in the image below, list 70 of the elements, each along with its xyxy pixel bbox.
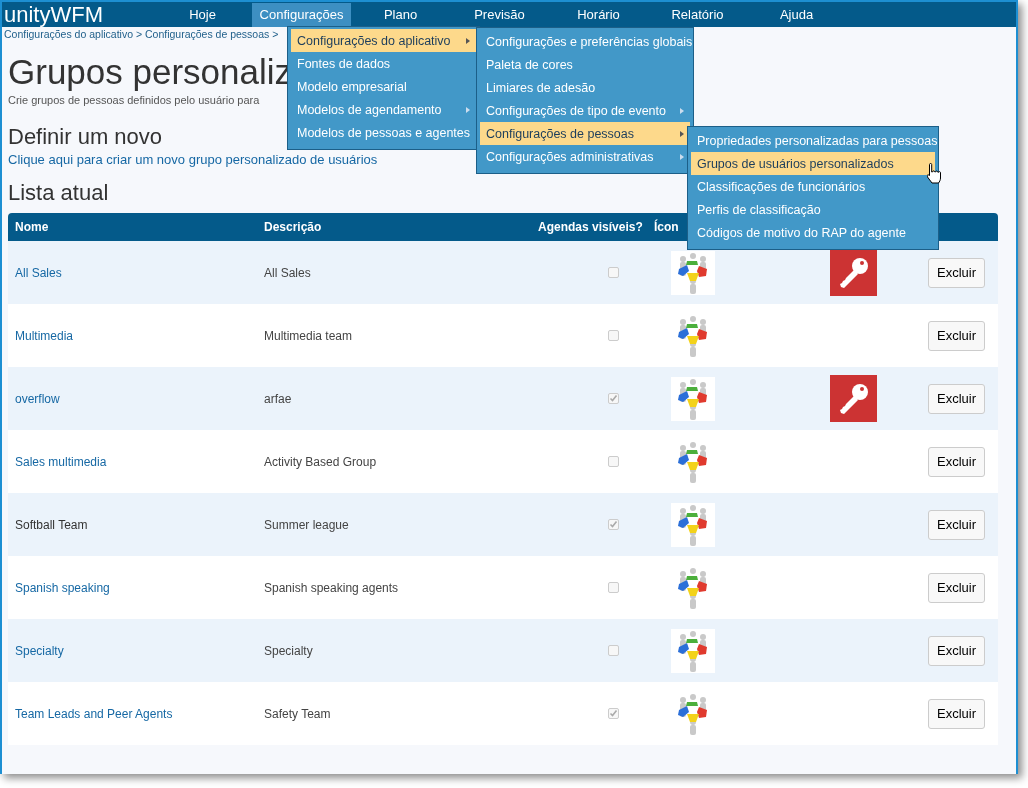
menu-item[interactable]: Modelo empresarial (291, 75, 476, 98)
create-group-link[interactable]: Clique aqui para criar um novo grupo personalizado de usuários (8, 152, 378, 168)
group-description: Safety Team (264, 706, 331, 721)
nav-tab[interactable]: Configurações (252, 2, 351, 27)
nav-tab[interactable]: Previsão (450, 2, 549, 27)
app-logo: unityWFM (4, 2, 103, 27)
column-header: Nome (14, 220, 49, 234)
section-heading: Lista atual (8, 180, 109, 206)
menu-item[interactable]: Códigos de motivo do RAP do agente (691, 221, 935, 244)
delete-button[interactable]: Excluir (928, 446, 985, 477)
group-name-link[interactable]: Team Leads and Peer Agents (15, 706, 173, 721)
delete-button[interactable]: Excluir (928, 698, 985, 729)
group-description: Spanish speaking agents (264, 580, 399, 595)
page-subtitle: Crie grupos de pessoas definidos pelo usuário para (8, 93, 260, 107)
group-name-link[interactable]: Specialty (15, 643, 64, 658)
group-description: Multimedia team (264, 328, 353, 343)
visible-checkbox[interactable] (607, 582, 619, 593)
visible-checkbox[interactable] (607, 456, 619, 467)
group-name-link[interactable]: overflow (15, 391, 60, 406)
group-name-link[interactable]: Spanish speaking (15, 580, 110, 595)
nav-tab[interactable]: Hoje (153, 2, 252, 27)
visible-checkbox[interactable] (607, 708, 619, 719)
nav-tab[interactable]: Horário (549, 2, 648, 27)
visible-checkbox[interactable] (607, 267, 619, 278)
visible-checkbox[interactable] (607, 393, 619, 404)
menu-item[interactable]: Fontes de dados (291, 52, 476, 75)
people-puzzle-icon (671, 250, 715, 295)
menu-item[interactable]: Configurações do aplicativo (291, 29, 476, 52)
delete-button[interactable]: Excluir (928, 383, 985, 414)
hand-cursor-icon (927, 163, 942, 184)
delete-button[interactable]: Excluir (928, 572, 985, 603)
menu-item[interactable]: Configurações administrativas (480, 145, 690, 168)
menu-item[interactable]: Modelos de agendamento (291, 98, 476, 121)
delete-button[interactable]: Excluir (928, 509, 985, 540)
delete-button[interactable]: Excluir (928, 635, 985, 666)
delete-button[interactable]: Excluir (928, 257, 985, 288)
menu-item[interactable]: Configurações de tipo de evento (480, 99, 690, 122)
visible-checkbox[interactable] (607, 519, 619, 530)
group-description: All Sales (264, 265, 311, 280)
section-heading: Definir um novo (8, 124, 163, 150)
visible-checkbox[interactable] (607, 645, 619, 656)
breadcrumb: Configurações do aplicativo > Configurações de pessoas > (4, 27, 279, 41)
menu-item[interactable]: Configurações e preferências globais (480, 30, 690, 53)
group-description: arfae (264, 391, 292, 406)
group-description: Specialty (264, 643, 313, 658)
group-name-link[interactable]: Multimedia (15, 328, 74, 343)
group-name-link[interactable]: All Sales (15, 265, 62, 280)
menu-item[interactable]: Perfis de classificação (691, 198, 935, 221)
delete-button[interactable]: Excluir (928, 320, 985, 351)
menu-item[interactable]: Paleta de cores (480, 53, 690, 76)
nav-tab[interactable]: Plano (351, 2, 450, 27)
menu-item[interactable]: Configurações de pessoas (480, 122, 690, 145)
menu-item[interactable]: Grupos de usuários personalizados (691, 152, 935, 175)
group-name-link[interactable]: Sales multimedia (15, 454, 107, 469)
menu-item[interactable]: Propriedades personalizadas para pessoas (691, 129, 935, 152)
column-header: Descrição (263, 220, 322, 234)
group-description: Activity Based Group (264, 454, 377, 469)
nav-tab[interactable]: Relatório (648, 2, 747, 27)
group-name: Softball Team (15, 517, 88, 532)
people-puzzle-icon (671, 376, 715, 421)
visible-checkbox[interactable] (607, 330, 619, 341)
page-title: Grupos personaliz (8, 51, 293, 93)
people-puzzle-icon (671, 502, 715, 547)
column-header: Ícon (653, 220, 679, 234)
nav-tab[interactable]: Ajuda (747, 2, 846, 27)
menu-item[interactable]: Limiares de adesão (480, 76, 690, 99)
column-header: Agendas visíveis? (537, 220, 643, 234)
menu-item[interactable]: Classificações de funcionários (691, 175, 935, 198)
group-description: Summer league (264, 517, 349, 532)
people-puzzle-icon (671, 628, 715, 673)
